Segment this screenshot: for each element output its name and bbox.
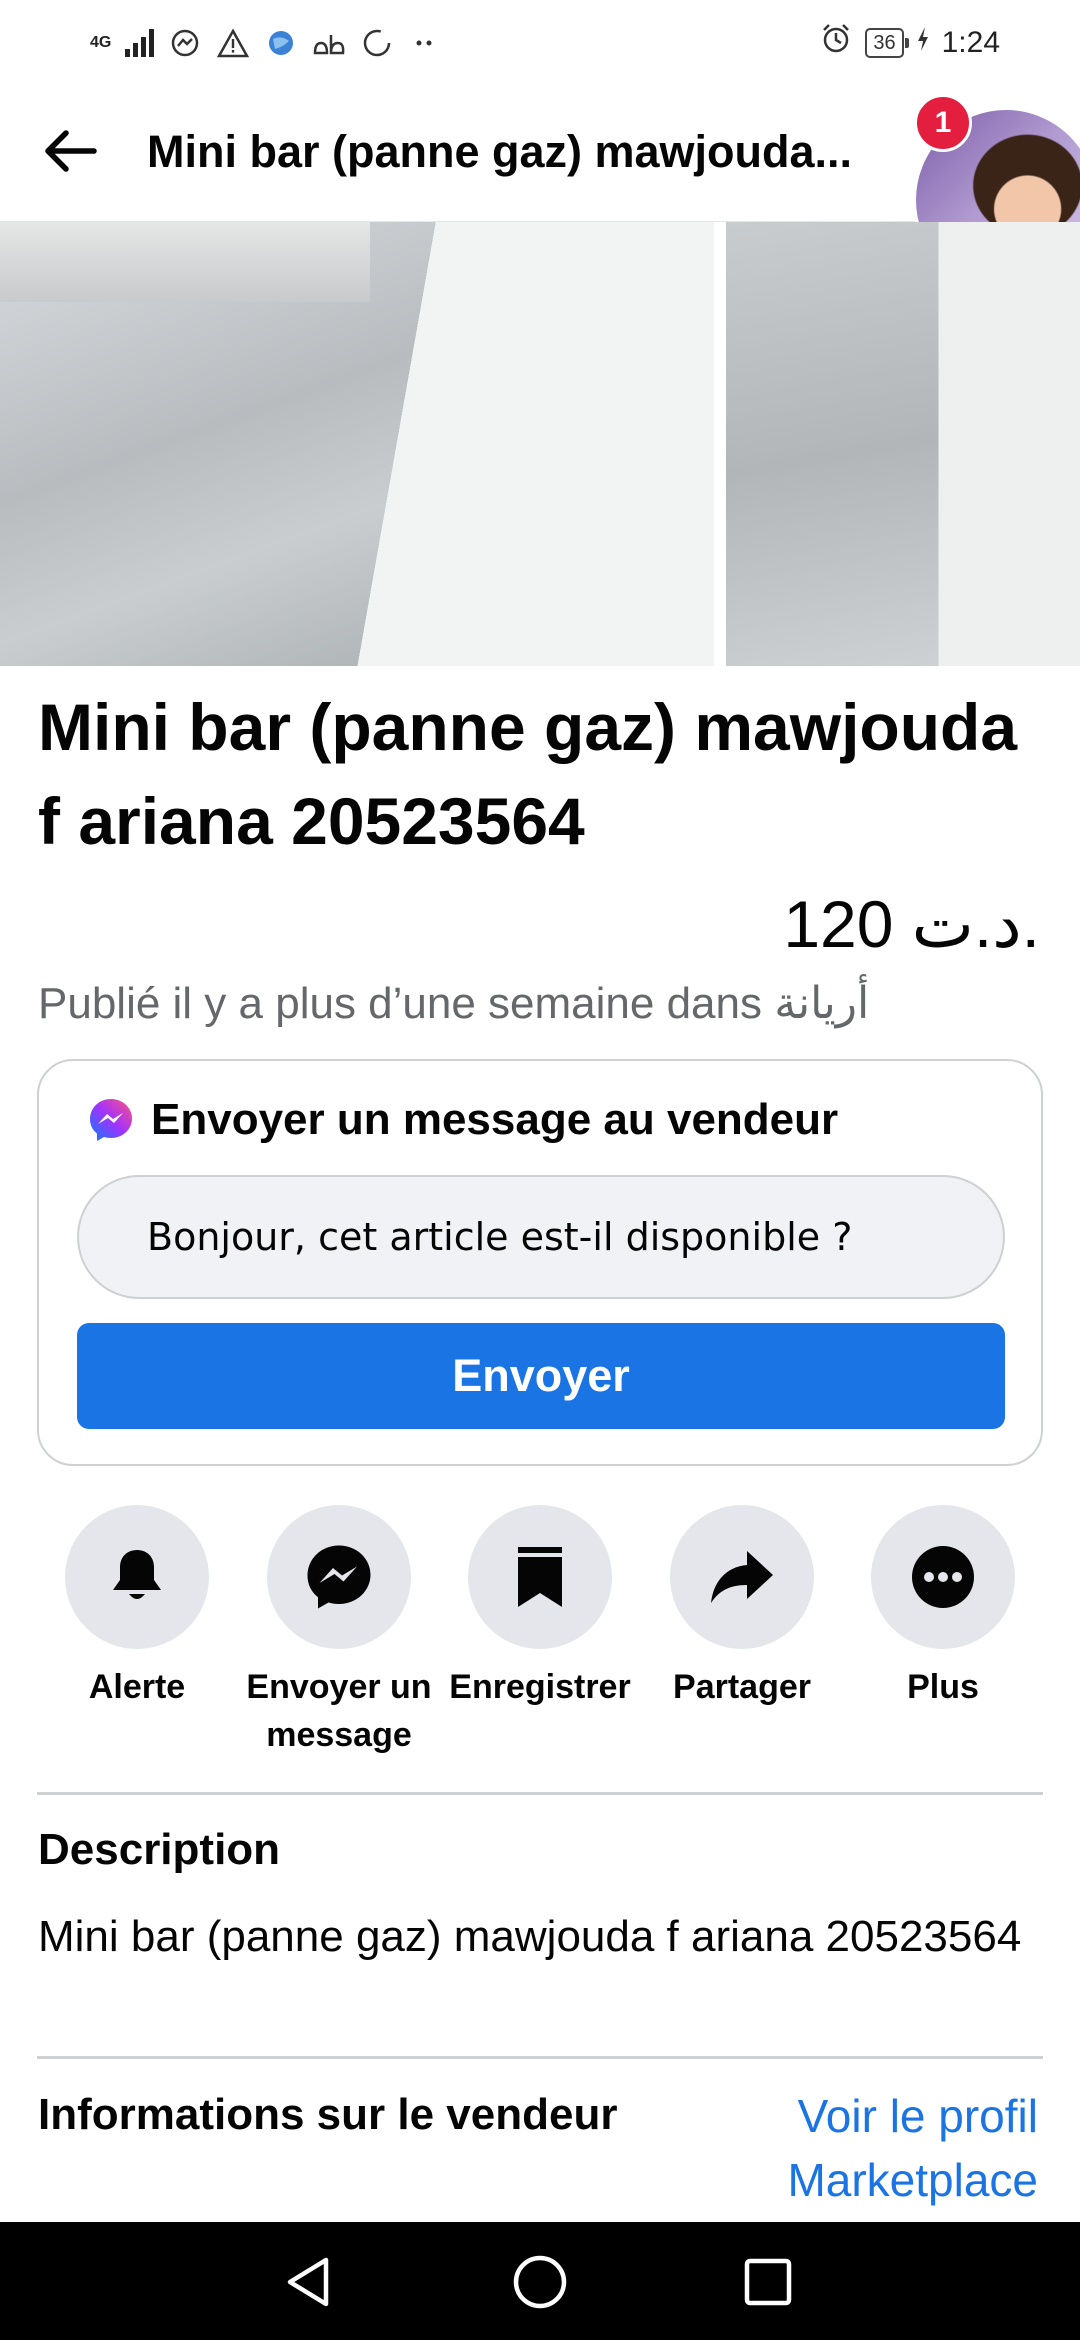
app-notification-icon [312,26,346,60]
listing-photo-2[interactable] [726,222,1080,666]
send-button[interactable]: Envoyer [77,1323,1005,1429]
share-arrow-icon [711,1551,773,1603]
charging-icon [916,26,930,60]
description-heading: Description [38,1825,281,1874]
message-input[interactable] [77,1175,1005,1299]
messenger-icon [90,1099,132,1141]
bell-icon [113,1550,161,1599]
status-bar: 4G 36 1:24 [0,0,1080,86]
more-dots-icon [912,1546,974,1608]
alert-label: Alerte [88,1668,186,1706]
bookmark-icon [518,1547,562,1607]
status-left: 4G [90,22,442,64]
more-button[interactable]: Plus [843,1505,1043,1711]
listing-price: 120 د.ت. [783,887,1040,961]
battery-indicator: 36 [865,28,909,58]
more-circle[interactable] [871,1505,1015,1649]
nav-back-button[interactable] [280,2254,336,2310]
warning-icon [216,26,250,60]
notification-badge: 1 [914,94,972,152]
status-right: 36 1:24 [819,22,1000,64]
action-row: Alerte Envoyer un message Enregistrer Pa… [0,1505,1080,1754]
send-message-label: Envoyer un message [246,1668,432,1754]
description-text: Mini bar (panne gaz) mawjouda f ariana 2… [38,1912,1022,1961]
divider [37,2056,1043,2059]
system-nav-bar [0,2222,1080,2340]
nav-recents-button[interactable] [740,2254,796,2310]
share-button[interactable]: Partager [642,1505,842,1711]
message-card-header: Envoyer un message au vendeur [87,1093,838,1147]
send-message-button[interactable]: Envoyer un message [239,1505,439,1759]
listing-title: Mini bar (panne gaz) mawjouda f ariana 2… [38,690,1018,858]
circle-home-icon [513,2255,567,2309]
alert-button[interactable]: Alerte [37,1505,237,1711]
alarm-icon [819,22,853,64]
share-circle[interactable] [670,1505,814,1649]
photo-gap [714,222,726,666]
alert-circle[interactable] [65,1505,209,1649]
back-arrow-icon [45,130,97,172]
header-title: Mini bar (panne gaz) mawjouda... [147,126,853,177]
message-card-title: Envoyer un message au vendeur [151,1095,839,1144]
square-recents-icon [744,2258,792,2306]
app-header: Mini bar (panne gaz) mawjouda... 1 [0,86,1080,294]
send-message-circle[interactable] [267,1505,411,1649]
seller-info-heading: Informations sur le vendeur [38,2090,618,2139]
loading-circle-icon [360,26,394,60]
share-label: Partager [673,1668,811,1706]
globe-app-icon [264,26,298,60]
save-button[interactable]: Enregistrer [440,1505,640,1711]
signal-icon [125,29,155,57]
network-type: 4G [90,34,112,51]
triangle-back-icon [287,2257,329,2307]
view-marketplace-profile-link[interactable]: Voir le profil Marketplace [738,2084,1038,2212]
more-notifications-icon [408,26,442,60]
more-label: Plus [907,1668,979,1706]
back-button[interactable] [30,116,110,186]
save-label: Enregistrer [449,1668,631,1706]
nav-home-button[interactable] [512,2254,568,2310]
messenger-notification-icon [168,26,202,60]
message-seller-card: Envoyer un message au vendeur Envoyer [37,1059,1043,1466]
messenger-icon [307,1545,371,1609]
posted-info: Publié il y a plus d’une semaine dans أر… [38,979,870,1028]
photo-carousel[interactable] [0,222,1080,666]
save-circle[interactable] [468,1505,612,1649]
clock: 1:24 [941,26,1000,59]
listing-photo-1[interactable] [0,222,714,666]
divider [37,1792,1043,1795]
